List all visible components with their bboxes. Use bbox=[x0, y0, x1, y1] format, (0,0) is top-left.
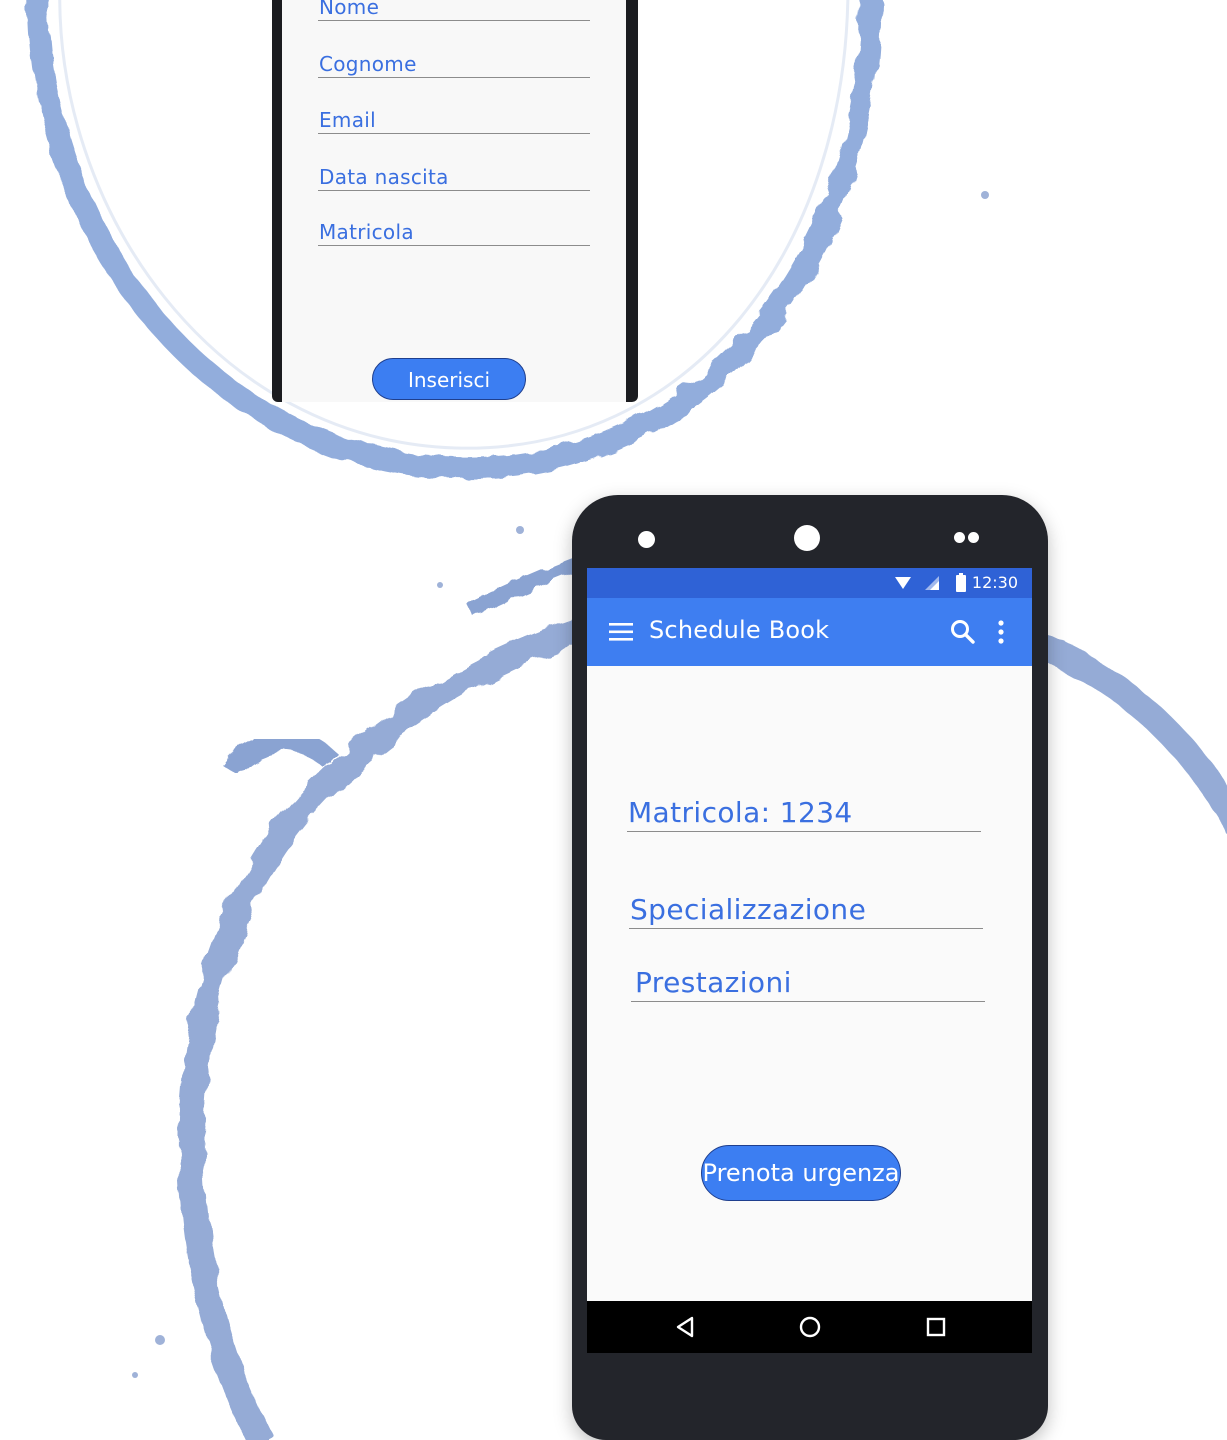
data-nascita-label: Data nascita bbox=[319, 165, 449, 189]
menu-icon[interactable] bbox=[609, 623, 633, 641]
more-vert-icon[interactable] bbox=[991, 618, 1011, 646]
matricola-display-field[interactable]: Matricola: 1234 bbox=[627, 785, 981, 832]
recents-icon[interactable] bbox=[922, 1313, 950, 1341]
registration-screen: Nome Cognome Email Data nascita Matricol… bbox=[282, 0, 626, 402]
prestazioni-field[interactable]: Prestazioni bbox=[631, 955, 985, 1002]
matricola-label: Matricola bbox=[319, 220, 414, 244]
phone-mockup: 12:30 Schedule Book Matricola: 1234 Spec… bbox=[572, 495, 1048, 1440]
battery-icon bbox=[956, 573, 966, 592]
navigation-bar bbox=[587, 1301, 1032, 1353]
cognome-label: Cognome bbox=[319, 52, 417, 76]
back-icon[interactable] bbox=[671, 1313, 699, 1341]
matricola-value: Matricola: 1234 bbox=[628, 796, 853, 829]
front-camera bbox=[794, 525, 820, 551]
sensor-dot-pair bbox=[954, 532, 965, 543]
cognome-field[interactable]: Cognome bbox=[318, 37, 590, 78]
prestazioni-label: Prestazioni bbox=[635, 966, 792, 999]
email-field[interactable]: Email bbox=[318, 93, 590, 134]
app-bar: Schedule Book bbox=[587, 598, 1032, 666]
specializzazione-label: Specializzazione bbox=[630, 893, 867, 926]
wifi-icon bbox=[895, 577, 911, 589]
nome-field[interactable]: Nome bbox=[318, 0, 590, 21]
email-label: Email bbox=[319, 108, 376, 132]
app-title: Schedule Book bbox=[649, 616, 830, 644]
sensor-dot bbox=[638, 531, 655, 548]
data-nascita-field[interactable]: Data nascita bbox=[318, 150, 590, 191]
status-time: 12:30 bbox=[971, 573, 1018, 592]
sensor-dot-pair bbox=[968, 532, 979, 543]
signal-icon bbox=[925, 576, 939, 590]
matricola-field[interactable]: Matricola bbox=[318, 205, 590, 246]
search-icon[interactable] bbox=[949, 618, 977, 646]
inserisci-button[interactable]: Inserisci bbox=[372, 358, 526, 400]
specializzazione-field[interactable]: Specializzazione bbox=[629, 882, 983, 929]
nome-label: Nome bbox=[319, 0, 380, 19]
home-icon[interactable] bbox=[796, 1313, 824, 1341]
phone-screen: 12:30 Schedule Book Matricola: 1234 Spec… bbox=[587, 568, 1032, 1353]
status-bar: 12:30 bbox=[587, 568, 1032, 598]
prenota-urgenza-button[interactable]: Prenota urgenza bbox=[701, 1145, 901, 1201]
top-phone-mockup: Nome Cognome Email Data nascita Matricol… bbox=[272, 0, 638, 402]
